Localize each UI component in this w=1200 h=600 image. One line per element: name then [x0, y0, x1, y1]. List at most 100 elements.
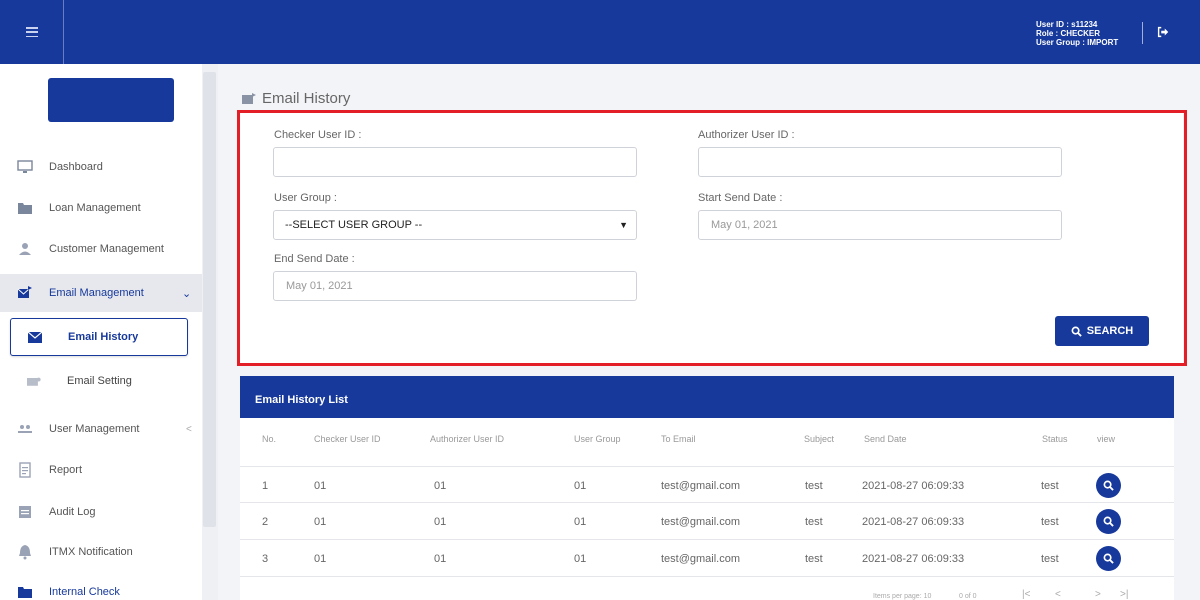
- end-send-date-input[interactable]: May 01, 2021: [273, 271, 637, 301]
- sidebar-item-user-management[interactable]: User Management <: [0, 410, 202, 448]
- view-button[interactable]: [1096, 546, 1121, 571]
- page-title-text: Email History: [262, 90, 351, 107]
- column-header: Send Date: [864, 434, 907, 444]
- search-icon: [1103, 553, 1114, 564]
- column-header: view: [1097, 434, 1116, 444]
- sidebar-item-label: Loan Management: [49, 202, 141, 214]
- status-cell: test: [1041, 553, 1059, 565]
- sidebar-item-loan-management[interactable]: Loan Management: [0, 189, 202, 227]
- next-page-icon[interactable]: >: [1095, 589, 1101, 600]
- folder-icon: [18, 587, 32, 598]
- to-email-cell: test@gmail.com: [661, 480, 741, 492]
- start-send-date-label: Start Send Date :: [698, 192, 783, 204]
- checker-user-id-label: Checker User ID :: [274, 129, 362, 141]
- column-header: Subject: [804, 434, 835, 444]
- users-icon: [18, 425, 32, 433]
- previous-page-icon[interactable]: <: [1055, 589, 1061, 600]
- last-page-icon[interactable]: >|: [1120, 589, 1128, 600]
- authorizer-user-id-cell: 01: [434, 516, 447, 528]
- sidebar-item-customer-management[interactable]: Customer Management: [0, 230, 202, 268]
- authorizer-user-id-cell: 01: [434, 553, 447, 565]
- column-header: To Email: [661, 434, 696, 444]
- sidebar-item-label: Report: [49, 464, 83, 476]
- user-group-cell: 01: [574, 553, 587, 565]
- sidebar-subitem-email-history[interactable]: Email History: [10, 318, 188, 356]
- envelope-icon: [28, 332, 42, 343]
- sidebar-item-itmx-notification[interactable]: ITMX Notification: [0, 533, 202, 571]
- first-page-icon[interactable]: |<: [1022, 589, 1030, 600]
- sidebar-item-email-management[interactable]: Email Management ⌄: [0, 274, 202, 312]
- user-group-label: User Group :: [274, 192, 337, 204]
- search-icon: [1103, 516, 1114, 527]
- menu-toggle-area: [0, 0, 64, 64]
- start-send-date-placeholder: May 01, 2021: [711, 219, 778, 231]
- page-range-label: 0 of 0: [959, 593, 977, 600]
- sidebar-item-audit-log[interactable]: Audit Log: [0, 493, 202, 531]
- checker-user-id-input[interactable]: [273, 147, 637, 177]
- status-cell: test: [1041, 480, 1059, 492]
- page-title: Email History: [242, 90, 350, 107]
- top-navbar: User ID : s11234 Role : CHECKER User Gro…: [0, 0, 1200, 64]
- search-button-label: SEARCH: [1086, 325, 1134, 337]
- envelope-setting-icon: [27, 377, 41, 386]
- sidebar-item-label: Email Management: [49, 287, 144, 299]
- status-cell: test: [1041, 516, 1059, 528]
- table-title: Email History List: [240, 376, 1174, 418]
- row-number: 3: [262, 553, 269, 565]
- sidebar-item-report[interactable]: Report: [0, 451, 202, 489]
- checker-user-id-cell: 01: [314, 516, 327, 528]
- start-send-date-input[interactable]: May 01, 2021: [698, 210, 1062, 240]
- send-date-cell: 2021-08-27 06:09:33: [862, 553, 965, 565]
- sidebar-subitem-email-setting[interactable]: Email Setting: [0, 363, 202, 401]
- user-group-cell: 01: [574, 516, 587, 528]
- view-button[interactable]: [1096, 509, 1121, 534]
- sidebar-item-label: Internal Check: [49, 586, 120, 598]
- subject-cell: test: [805, 480, 823, 492]
- sidebar-item-label: Audit Log: [49, 506, 96, 518]
- sidebar: Dashboard Loan Management Customer Manag…: [0, 64, 218, 600]
- sidebar-item-internal-check[interactable]: Internal Check: [0, 573, 202, 600]
- email-send-icon: [17, 286, 32, 298]
- sidebar-item-dashboard[interactable]: Dashboard: [0, 148, 202, 186]
- audit-log-icon: [19, 506, 31, 518]
- row-number: 2: [262, 516, 269, 528]
- caret-down-icon: ▼: [619, 220, 628, 230]
- user-group-cell: 01: [574, 480, 587, 492]
- subject-cell: test: [805, 553, 823, 565]
- authorizer-user-id-label: Authorizer User ID :: [698, 129, 795, 141]
- column-header: Authorizer User ID: [430, 434, 505, 444]
- logout-icon[interactable]: [1156, 25, 1170, 39]
- sidebar-item-label: ITMX Notification: [49, 546, 133, 558]
- email-icon: [242, 93, 256, 104]
- divider: [1142, 22, 1143, 44]
- user-group-select[interactable]: --SELECT USER GROUP -- ▼: [273, 210, 637, 240]
- column-header: Checker User ID: [314, 434, 381, 444]
- to-email-cell: test@gmail.com: [661, 553, 741, 565]
- checker-user-id-cell: 01: [314, 553, 327, 565]
- search-icon: [1071, 326, 1082, 337]
- row-number: 1: [262, 480, 269, 492]
- app-logo: [48, 78, 174, 122]
- table-row: 3 01 01 01 test@gmail.com test 2021-08-2…: [240, 540, 1174, 577]
- column-header: User Group: [574, 434, 621, 444]
- column-header: No.: [262, 434, 277, 444]
- end-send-date-label: End Send Date :: [274, 253, 355, 265]
- authorizer-user-id-cell: 01: [434, 480, 447, 492]
- authorizer-user-id-input[interactable]: [698, 147, 1062, 177]
- search-button[interactable]: SEARCH: [1055, 316, 1149, 346]
- to-email-cell: test@gmail.com: [661, 516, 741, 528]
- user-group-select-value: --SELECT USER GROUP --: [285, 219, 423, 231]
- sidebar-item-label: Dashboard: [49, 161, 103, 173]
- sidebar-item-label: User Management: [49, 423, 140, 435]
- folder-icon: [18, 203, 32, 214]
- checker-user-id-cell: 01: [314, 480, 327, 492]
- chevron-left-icon: <: [186, 423, 192, 435]
- bell-icon: [19, 545, 31, 560]
- sidebar-scroll-thumb[interactable]: [203, 72, 216, 527]
- table-row: 2 01 01 01 test@gmail.com test 2021-08-2…: [240, 503, 1174, 540]
- hamburger-menu-icon[interactable]: [25, 27, 38, 37]
- user-info: User ID : s11234 Role : CHECKER User Gro…: [1036, 20, 1118, 47]
- view-button[interactable]: [1096, 473, 1121, 498]
- end-send-date-placeholder: May 01, 2021: [286, 280, 353, 292]
- role-text: Role : CHECKER: [1036, 29, 1101, 38]
